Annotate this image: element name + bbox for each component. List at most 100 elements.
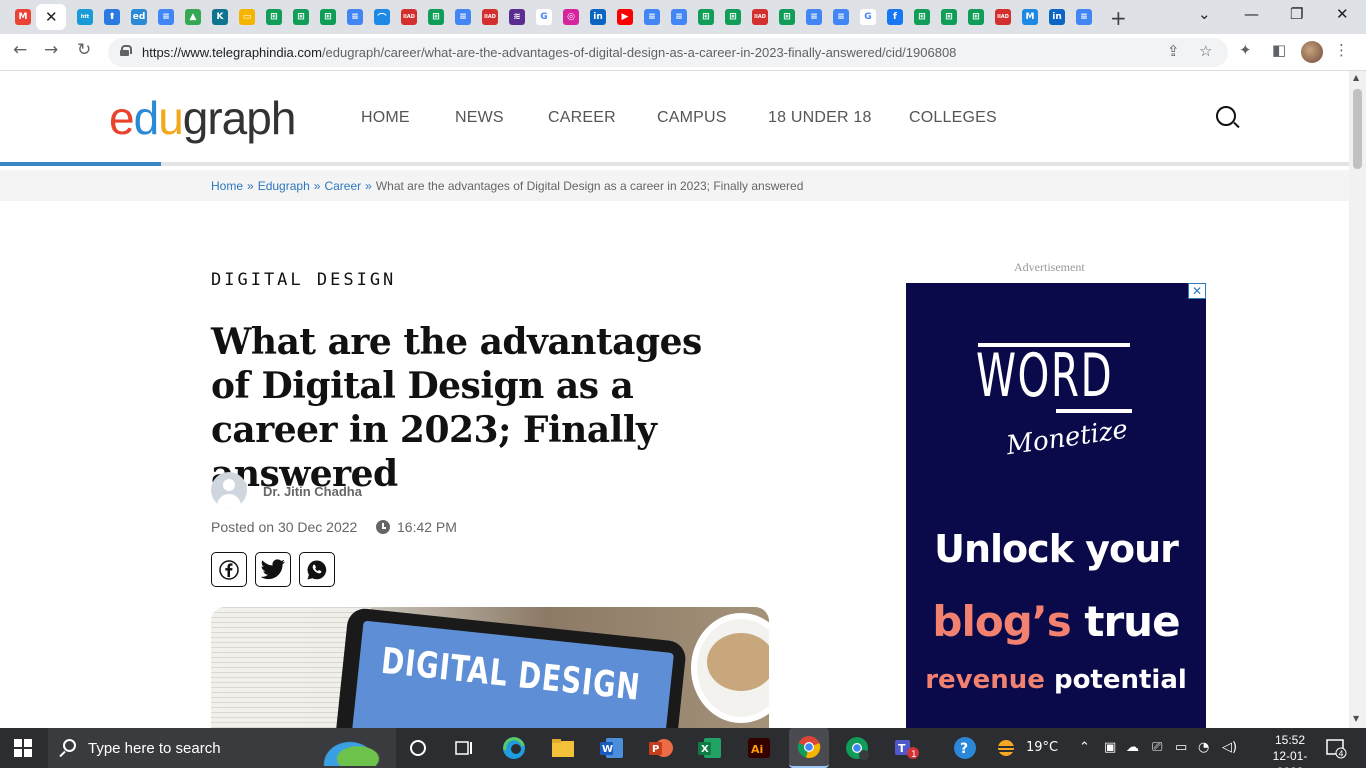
file-explorer-icon[interactable] bbox=[549, 734, 577, 762]
profile-avatar[interactable] bbox=[1301, 41, 1323, 63]
advertisement-banner[interactable]: ✕ WORD Monetize Unlock your blog’s true … bbox=[906, 283, 1206, 728]
browser-tab[interactable]: K bbox=[207, 4, 233, 30]
browser-tab[interactable]: IIAD bbox=[477, 4, 503, 30]
browser-tab[interactable]: ed bbox=[126, 4, 152, 30]
share-facebook-button[interactable] bbox=[211, 552, 247, 587]
browser-tab[interactable]: ⊞ bbox=[423, 4, 449, 30]
browser-tab[interactable]: ≋ bbox=[504, 4, 530, 30]
weather-temperature[interactable]: 19°C bbox=[1026, 740, 1058, 755]
browser-tab[interactable]: ⊞ bbox=[720, 4, 746, 30]
browser-tab[interactable]: M bbox=[10, 4, 36, 30]
browser-tab[interactable]: G bbox=[855, 4, 881, 30]
browser-tab[interactable]: in bbox=[585, 4, 611, 30]
browser-tab[interactable]: ≡ bbox=[342, 4, 368, 30]
browser-tab[interactable]: ▲ bbox=[180, 4, 206, 30]
taskbar-search-box[interactable]: Type here to search bbox=[48, 728, 396, 768]
menu-icon[interactable]: ⋮ bbox=[1334, 41, 1349, 59]
display-icon[interactable]: ⎚ bbox=[1152, 740, 1162, 755]
browser-tab[interactable]: ⌒ bbox=[369, 4, 395, 30]
scroll-down-icon[interactable]: ▼ bbox=[1353, 714, 1359, 723]
browser-tab[interactable]: f bbox=[882, 4, 908, 30]
restore-button[interactable]: ❐ bbox=[1290, 5, 1303, 23]
scroll-thumb[interactable] bbox=[1353, 89, 1362, 169]
back-button[interactable]: ← bbox=[13, 40, 27, 60]
teams-icon[interactable]: T1 bbox=[893, 734, 921, 762]
task-view-icon[interactable] bbox=[450, 734, 478, 762]
close-tab-icon[interactable]: ✕ bbox=[45, 8, 58, 26]
ad-close-button[interactable]: ✕ bbox=[1188, 283, 1206, 299]
share-twitter-button[interactable] bbox=[255, 552, 291, 587]
onedrive-icon[interactable]: ☁ bbox=[1126, 740, 1139, 755]
browser-tab[interactable]: ≡ bbox=[801, 4, 827, 30]
page-scrollbar[interactable]: ▲ ▼ bbox=[1349, 71, 1366, 728]
address-bar[interactable]: https://www.telegraphindia.com/edugraph/… bbox=[108, 38, 1228, 67]
browser-tab[interactable]: ⊞ bbox=[909, 4, 935, 30]
article-category[interactable]: DIGITAL DESIGN bbox=[211, 270, 396, 290]
help-icon[interactable]: ? bbox=[951, 734, 979, 762]
windows-start-button[interactable] bbox=[14, 739, 32, 757]
lock-icon[interactable] bbox=[120, 45, 132, 56]
meet-now-icon[interactable]: ▣ bbox=[1104, 740, 1116, 755]
side-panel-icon[interactable]: ◧ bbox=[1272, 41, 1286, 59]
browser-tab[interactable]: ≡ bbox=[450, 4, 476, 30]
nav-campus[interactable]: CAMPUS bbox=[657, 109, 727, 127]
cortana-icon[interactable] bbox=[404, 734, 432, 762]
browser-tab[interactable]: ⬆ bbox=[99, 4, 125, 30]
browser-tab[interactable]: ≡ bbox=[666, 4, 692, 30]
illustrator-icon[interactable]: Ai bbox=[745, 734, 773, 762]
browser-tab[interactable]: ⊞ bbox=[261, 4, 287, 30]
word-icon[interactable]: W bbox=[598, 734, 626, 762]
extensions-icon[interactable]: ✦ bbox=[1239, 41, 1252, 59]
browser-tab[interactable]: G bbox=[531, 4, 557, 30]
browser-tab[interactable]: in bbox=[1044, 4, 1070, 30]
browser-tab[interactable]: ⊞ bbox=[936, 4, 962, 30]
weather-icon[interactable] bbox=[992, 734, 1020, 762]
edge-icon[interactable] bbox=[500, 734, 528, 762]
browser-tab[interactable]: ≡ bbox=[828, 4, 854, 30]
volume-icon[interactable]: ◁) bbox=[1222, 740, 1237, 755]
nav-home[interactable]: HOME bbox=[361, 109, 410, 127]
edugraph-logo[interactable]: edugraph bbox=[109, 91, 296, 145]
scroll-up-icon[interactable]: ▲ bbox=[1353, 73, 1359, 82]
author-name[interactable]: Dr. Jitin Chadha bbox=[263, 484, 362, 499]
show-hidden-icons-icon[interactable]: ⌃ bbox=[1079, 740, 1090, 755]
breadcrumb-career[interactable]: Career bbox=[324, 179, 361, 193]
close-window-button[interactable]: ✕ bbox=[1336, 5, 1349, 23]
nav-colleges[interactable]: COLLEGES bbox=[909, 109, 997, 127]
author-avatar[interactable] bbox=[211, 472, 247, 508]
reload-button[interactable]: ↻ bbox=[77, 40, 91, 60]
browser-tab[interactable]: ⊞ bbox=[315, 4, 341, 30]
browser-tab[interactable]: IIAD bbox=[747, 4, 773, 30]
browser-tab[interactable]: ◎ bbox=[558, 4, 584, 30]
notifications-icon[interactable]: 4 bbox=[1322, 734, 1350, 762]
wifi-icon[interactable]: ◔ bbox=[1198, 740, 1209, 755]
bookmark-star-icon[interactable]: ☆ bbox=[1199, 42, 1212, 60]
forward-button[interactable]: → bbox=[44, 40, 58, 60]
browser-tab[interactable]: IIAD bbox=[990, 4, 1016, 30]
browser-tab[interactable]: ▶ bbox=[612, 4, 638, 30]
minimize-button[interactable]: — bbox=[1244, 5, 1259, 23]
powerpoint-icon[interactable]: P bbox=[647, 734, 675, 762]
browser-tab[interactable]: ⊞ bbox=[774, 4, 800, 30]
breadcrumb-home[interactable]: Home bbox=[211, 179, 243, 193]
excel-icon[interactable]: X bbox=[696, 734, 724, 762]
search-icon[interactable] bbox=[1216, 106, 1236, 126]
browser-tab[interactable]: ≡ bbox=[639, 4, 665, 30]
chrome-icon[interactable] bbox=[789, 728, 829, 768]
breadcrumb-edugraph[interactable]: Edugraph bbox=[258, 179, 310, 193]
tab-search-icon[interactable]: ⌄ bbox=[1198, 5, 1211, 23]
share-icon[interactable]: ⇪ bbox=[1167, 42, 1180, 60]
chrome-profile-icon[interactable] bbox=[843, 734, 871, 762]
share-whatsapp-button[interactable] bbox=[299, 552, 335, 587]
nav-news[interactable]: NEWS bbox=[455, 109, 504, 127]
browser-tab[interactable]: IIAD bbox=[396, 4, 422, 30]
browser-tab[interactable]: ⊞ bbox=[693, 4, 719, 30]
battery-icon[interactable]: ▭ bbox=[1175, 740, 1187, 755]
browser-tab[interactable]: ≡ bbox=[153, 4, 179, 30]
new-tab-button[interactable]: + bbox=[1110, 6, 1127, 30]
browser-tab[interactable]: ⊞ bbox=[963, 4, 989, 30]
browser-tab[interactable]: M bbox=[1017, 4, 1043, 30]
browser-tab[interactable]: ≡ bbox=[1071, 4, 1097, 30]
nav-18-under-18[interactable]: 18 UNDER 18 bbox=[768, 109, 872, 127]
system-clock[interactable]: 15:52 12-01-2023 bbox=[1260, 732, 1320, 780]
